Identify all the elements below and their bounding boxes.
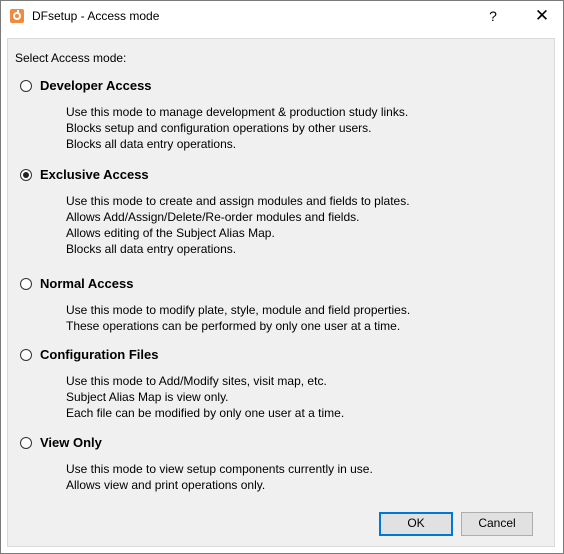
option-label[interactable]: Configuration Files — [40, 347, 158, 362]
option-description: Use this mode to view setup components c… — [66, 461, 373, 493]
description-line: Use this mode to Add/Modify sites, visit… — [66, 374, 327, 388]
description-line: Blocks all data entry operations. — [66, 242, 237, 256]
description-line: Subject Alias Map is view only. — [66, 390, 229, 404]
description-line: Use this mode to modify plate, style, mo… — [66, 303, 411, 317]
description-line: Use this mode to create and assign modul… — [66, 194, 410, 208]
option-description: Use this mode to create and assign modul… — [66, 193, 410, 257]
window-title: DFsetup - Access mode — [32, 9, 160, 23]
description-line: Allows view and print operations only. — [66, 478, 266, 492]
description-line: Each file can be modified by only one us… — [66, 406, 345, 420]
close-button[interactable]: ✕ — [520, 1, 564, 31]
title-bar[interactable]: DFsetup - Access mode ? ✕ — [1, 1, 563, 31]
description-line: Use this mode to view setup components c… — [66, 462, 373, 476]
option-label[interactable]: Developer Access — [40, 78, 152, 93]
option-label[interactable]: Exclusive Access — [40, 167, 149, 182]
description-line: Allows Add/Assign/Delete/Re-order module… — [66, 210, 360, 224]
description-line: Blocks all data entry operations. — [66, 137, 237, 151]
description-line: Use this mode to manage development & pr… — [66, 105, 409, 119]
option-description: Use this mode to manage development & pr… — [66, 104, 408, 152]
radio-button[interactable] — [20, 437, 32, 449]
radio-button[interactable] — [20, 278, 32, 290]
app-icon — [10, 9, 24, 23]
help-button[interactable]: ? — [475, 1, 511, 31]
description-line: Allows editing of the Subject Alias Map. — [66, 226, 275, 240]
radio-button-selected[interactable] — [20, 169, 32, 181]
radio-button[interactable] — [20, 349, 32, 361]
description-line: These operations can be performed by onl… — [66, 319, 401, 333]
option-label[interactable]: View Only — [40, 435, 102, 450]
radio-button[interactable] — [20, 80, 32, 92]
option-description: Use this mode to modify plate, style, mo… — [66, 302, 410, 334]
option-description: Use this mode to Add/Modify sites, visit… — [66, 373, 344, 421]
group-title: Select Access mode: — [15, 51, 127, 65]
option-label[interactable]: Normal Access — [40, 276, 133, 291]
ok-button[interactable]: OK — [379, 512, 453, 536]
description-line: Blocks setup and configuration operation… — [66, 121, 372, 135]
cancel-button[interactable]: Cancel — [461, 512, 533, 536]
